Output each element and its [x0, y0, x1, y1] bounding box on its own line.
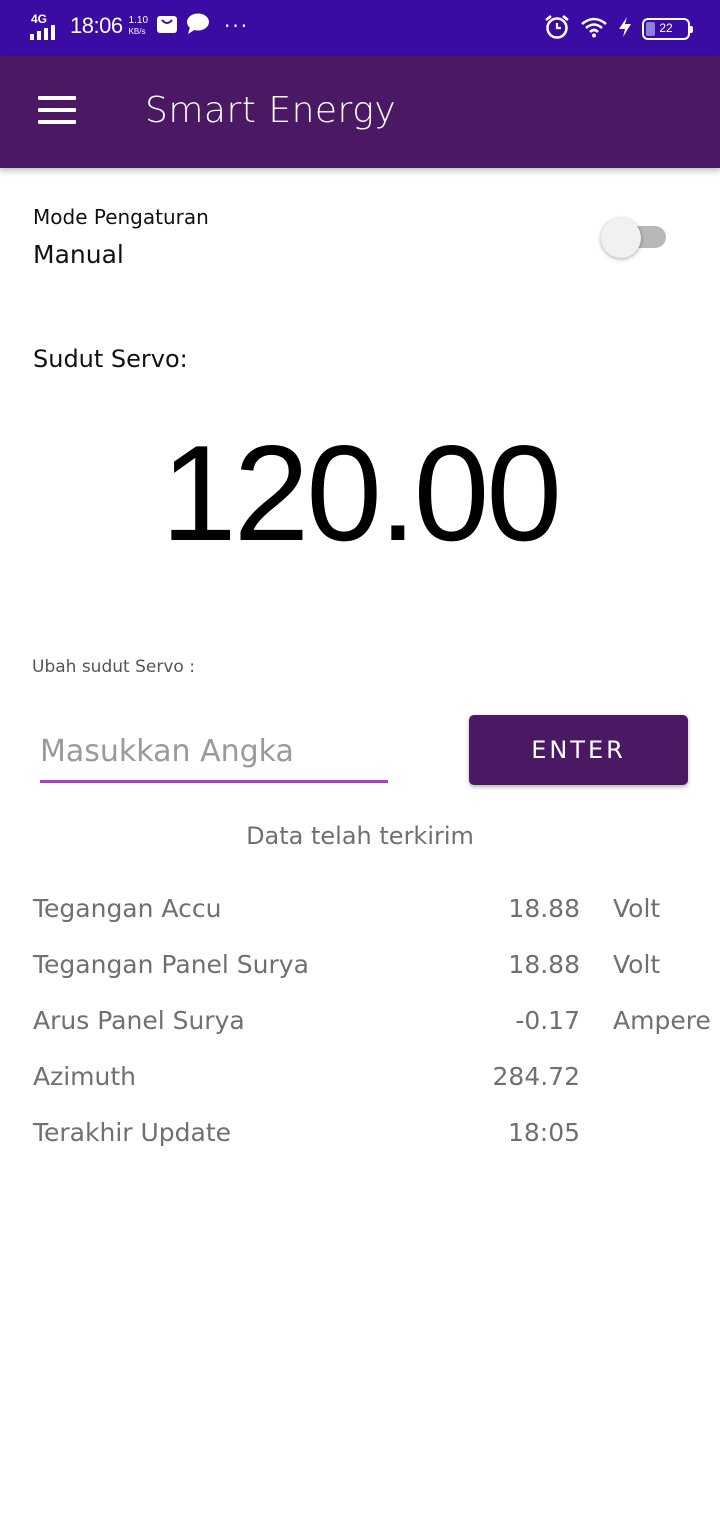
network-type-label: 4G	[31, 12, 48, 26]
reading-label: Arus Panel Surya	[33, 1006, 245, 1035]
reading-value: 18.88	[508, 894, 580, 923]
status-bar-right: 22	[544, 14, 693, 44]
network-speed: 1.10 KB/s	[129, 15, 148, 37]
reading-value: 284.72	[492, 1062, 580, 1091]
status-bar-left: 4G 18:06 1.10 KB/s ···	[30, 12, 249, 40]
reading-row-arus-panel-surya: Arus Panel Surya -0.17 Ampere	[33, 1002, 711, 1058]
reading-unit: Volt	[613, 894, 661, 923]
mode-toggle-switch[interactable]	[601, 216, 667, 258]
network-speed-unit: KB/s	[128, 27, 146, 36]
reading-label: Tegangan Accu	[33, 894, 222, 923]
mode-value: Manual	[33, 240, 124, 269]
mode-label: Mode Pengaturan	[33, 205, 209, 229]
app-title: Smart Energy	[145, 90, 397, 131]
angle-input-field	[40, 725, 388, 783]
reading-row-tegangan-accu: Tegangan Accu 18.88 Volt	[33, 890, 703, 946]
battery-percent: 22	[659, 21, 673, 35]
battery-icon: 22	[642, 18, 693, 40]
reading-row-azimuth: Azimuth 284.72	[33, 1058, 703, 1114]
charging-bolt-icon	[618, 16, 632, 42]
app-bar: Smart Energy	[0, 56, 720, 168]
enter-button[interactable]: ENTER	[469, 715, 688, 785]
readings-list: Tegangan Accu 18.88 Volt Tegangan Panel …	[33, 890, 711, 1170]
switch-thumb	[601, 218, 641, 258]
change-servo-label: Ubah sudut Servo :	[32, 657, 195, 677]
cellular-signal-icon: 4G	[30, 12, 62, 40]
reading-value: 18:05	[507, 1118, 580, 1147]
network-speed-value: 1.10	[128, 15, 149, 26]
reading-row-tegangan-panel-surya: Tegangan Panel Surya 18.88 Volt	[33, 946, 703, 1002]
reading-label: Azimuth	[33, 1062, 137, 1091]
reading-unit: Volt	[613, 950, 661, 979]
reading-value: -0.17	[515, 1006, 580, 1035]
alarm-clock-icon	[544, 14, 570, 44]
servo-angle-label: Sudut Servo:	[33, 345, 188, 373]
reading-value: 18.88	[508, 950, 580, 979]
more-notifications-icon: ···	[224, 14, 250, 38]
reading-row-terakhir-update: Terakhir Update 18:05	[33, 1114, 703, 1170]
shopping-bag-icon	[156, 14, 178, 38]
status-message: Data telah terkirim	[246, 822, 474, 850]
angle-input[interactable]	[40, 725, 388, 777]
status-bar: 4G 18:06 1.10 KB/s ··· 22	[0, 0, 720, 56]
wifi-icon	[580, 16, 608, 42]
reading-unit: Ampere	[613, 1006, 711, 1035]
status-time: 18:06	[70, 13, 123, 38]
reading-label: Tegangan Panel Surya	[33, 950, 309, 979]
hamburger-menu-icon[interactable]	[38, 96, 76, 126]
chat-bubble-icon	[186, 13, 210, 39]
reading-label: Terakhir Update	[33, 1118, 232, 1147]
servo-angle-value: 120.00	[161, 417, 562, 569]
